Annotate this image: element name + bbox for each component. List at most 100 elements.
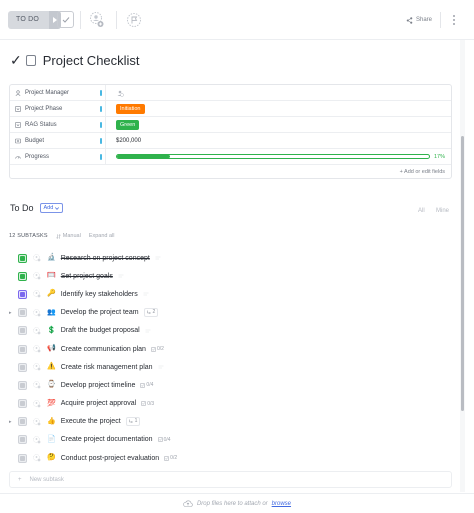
subtask-content[interactable]: 🤔 Conduct post-project evaluation 0/2: [47, 454, 177, 462]
subtask-label[interactable]: Create project documentation: [61, 436, 153, 443]
tag-icon[interactable]: [158, 364, 164, 370]
add-subtask-button[interactable]: Add: [39, 203, 64, 213]
subtask-label[interactable]: Set project goals: [61, 273, 113, 280]
subtask-count-badge[interactable]: 1: [125, 417, 141, 427]
subtask-row[interactable]: 💲 Draft the budget proposal: [0, 322, 474, 340]
checklist-count-badge[interactable]: 0/2: [151, 346, 164, 352]
file-dropzone[interactable]: Drop files here to attach or browse: [0, 493, 474, 513]
share-button[interactable]: Share: [406, 13, 432, 27]
subtask-row[interactable]: ▸ 👥 Develop the project team 2: [0, 304, 474, 322]
more-options-icon[interactable]: [452, 14, 456, 26]
field-value[interactable]: Green: [106, 117, 451, 132]
subtask-content[interactable]: ⚠️ Create risk management plan: [47, 363, 164, 371]
subtask-content[interactable]: 💯 Acquire project approval 0/3: [47, 400, 154, 408]
assignee-icon[interactable]: [33, 272, 41, 280]
tag-icon[interactable]: [155, 255, 161, 261]
checklist-count-badge[interactable]: 0/2: [164, 455, 177, 461]
subtask-row[interactable]: ⚠️ Create risk management plan: [0, 358, 474, 376]
subtask-content[interactable]: 👍 Execute the project 1: [47, 417, 141, 427]
subtask-content[interactable]: 🥅 Set project goals: [47, 272, 124, 280]
assignee-icon[interactable]: [33, 345, 41, 353]
subtask-label[interactable]: Draft the budget proposal: [61, 327, 140, 334]
assignee-icon[interactable]: [33, 418, 41, 426]
assignee-icon[interactable]: [33, 327, 41, 335]
add-person-icon[interactable]: [116, 89, 124, 97]
subtask-row[interactable]: 🤔 Conduct post-project evaluation 0/2: [0, 449, 474, 467]
field-value[interactable]: Initiation: [106, 101, 451, 116]
subtask-row[interactable]: 📄 Create project documentation 0/4: [0, 431, 474, 449]
subtask-label[interactable]: Create risk management plan: [61, 364, 153, 371]
subtask-row[interactable]: 💯 Acquire project approval 0/3: [0, 395, 474, 413]
subtask-status-checkbox[interactable]: [18, 362, 27, 372]
new-subtask-input[interactable]: + New subtask: [9, 471, 452, 488]
subtask-content[interactable]: 💲 Draft the budget proposal: [47, 327, 151, 335]
field-name: Project Manager: [10, 85, 106, 100]
subtask-row[interactable]: 🔬 Research on project concept: [0, 249, 474, 267]
subtask-row[interactable]: ⌚ Develop project timeline 0/4: [0, 376, 474, 394]
subtask-status-checkbox[interactable]: [18, 399, 27, 409]
checklist-count-badge[interactable]: 0/4: [140, 382, 153, 388]
tag-icon[interactable]: [143, 291, 149, 297]
subtask-label[interactable]: Develop project timeline: [61, 382, 136, 389]
rag-status-badge[interactable]: Green: [116, 119, 140, 130]
assignee-icon[interactable]: [89, 12, 105, 28]
assignee-icon[interactable]: [33, 436, 41, 444]
subtask-status-checkbox[interactable]: [18, 380, 27, 390]
assignee-icon[interactable]: [33, 399, 41, 408]
assignee-icon[interactable]: [33, 363, 41, 371]
complete-checkmark-button[interactable]: [57, 11, 74, 28]
expand-caret-icon[interactable]: ▸: [9, 310, 12, 316]
subtask-status-checkbox[interactable]: [18, 308, 27, 318]
filter-all-tab[interactable]: All: [418, 208, 425, 214]
subtask-content[interactable]: 🔬 Research on project concept: [47, 254, 161, 262]
tag-icon[interactable]: [118, 273, 124, 279]
subtask-status-checkbox[interactable]: [18, 435, 27, 445]
expand-all-button[interactable]: Expand all: [89, 233, 115, 239]
assignee-icon[interactable]: [33, 308, 41, 317]
subtask-status-checkbox[interactable]: [18, 289, 27, 299]
add-edit-fields-button[interactable]: + Add or edit fields: [10, 165, 451, 178]
field-row-rag-status: RAG Status Green: [10, 117, 451, 133]
filter-mine-tab[interactable]: Mine: [436, 208, 449, 214]
subtask-status-checkbox[interactable]: [18, 326, 27, 336]
budget-value[interactable]: $200,000: [116, 138, 141, 144]
subtask-row[interactable]: 🔑 Identify key stakeholders: [0, 285, 474, 303]
subtask-row[interactable]: 🥅 Set project goals: [0, 267, 474, 285]
subtask-content[interactable]: 👥 Develop the project team 2: [47, 308, 159, 318]
checklist-count-badge[interactable]: 0/4: [157, 437, 171, 443]
assignee-icon[interactable]: [33, 381, 41, 389]
subtask-label[interactable]: Execute the project: [61, 418, 121, 425]
subtask-count-badge[interactable]: 2: [143, 308, 159, 318]
priority-flag-icon[interactable]: [127, 13, 141, 27]
subtask-status-checkbox[interactable]: [18, 453, 27, 463]
subtask-row[interactable]: ▸ 👍 Execute the project 1: [0, 413, 474, 431]
browse-link[interactable]: browse: [272, 501, 291, 507]
phase-badge[interactable]: Initiation: [116, 103, 145, 114]
expand-caret-icon[interactable]: ▸: [9, 419, 12, 425]
field-value[interactable]: $200,000: [106, 133, 451, 148]
page-title[interactable]: Project Checklist: [43, 53, 140, 68]
subtask-content[interactable]: 📄 Create project documentation 0/4: [47, 436, 171, 444]
subtask-status-checkbox[interactable]: [18, 417, 27, 427]
subtask-label[interactable]: Research on project concept: [61, 255, 150, 262]
field-value[interactable]: [106, 85, 451, 100]
subtask-status-checkbox[interactable]: [18, 271, 27, 281]
assignee-icon[interactable]: [33, 254, 41, 262]
subtask-content[interactable]: 📢 Create communication plan 0/2: [47, 345, 164, 353]
subtask-row[interactable]: 📢 Create communication plan 0/2: [0, 340, 474, 358]
subtask-label[interactable]: Acquire project approval: [61, 400, 137, 407]
subtask-label[interactable]: Develop the project team: [61, 309, 139, 316]
assignee-icon[interactable]: [33, 454, 41, 462]
subtask-label[interactable]: Create communication plan: [61, 346, 146, 353]
subtask-label[interactable]: Identify key stakeholders: [61, 291, 138, 298]
subtask-content[interactable]: 🔑 Identify key stakeholders: [47, 290, 149, 298]
subtask-status-checkbox[interactable]: [18, 344, 27, 354]
subtask-label[interactable]: Conduct post-project evaluation: [61, 455, 159, 462]
checklist-count-badge[interactable]: 0/3: [141, 401, 154, 407]
subtask-content[interactable]: ⌚ Develop project timeline 0/4: [47, 381, 153, 389]
tag-icon[interactable]: [145, 328, 151, 334]
subtask-status-checkbox[interactable]: [18, 253, 27, 263]
sort-manual-button[interactable]: Manual: [55, 233, 81, 239]
assignee-icon[interactable]: [33, 290, 41, 298]
status-button[interactable]: TO DO: [8, 11, 62, 29]
